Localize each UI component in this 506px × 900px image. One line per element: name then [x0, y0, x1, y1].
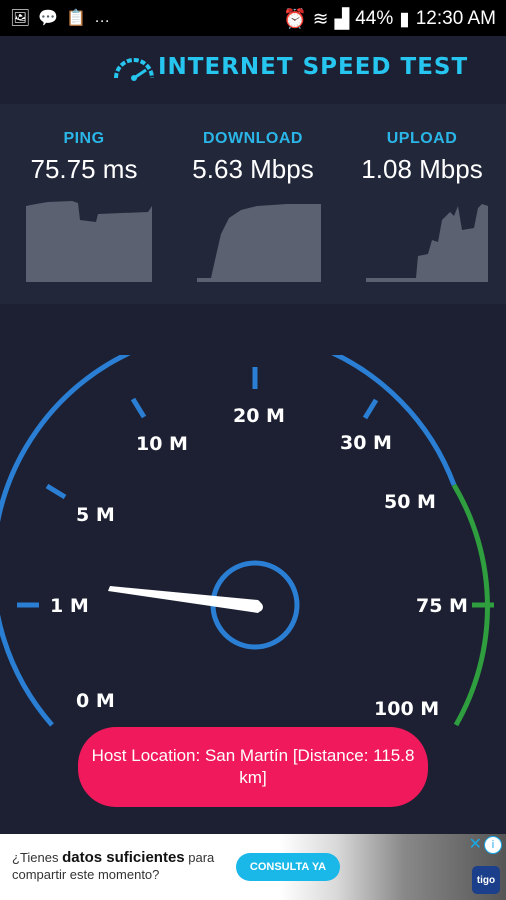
photo-icon: 🖼: [10, 10, 31, 27]
host-location-text: Host Location: San Martín [Distance: 115…: [91, 746, 415, 787]
download-label: DOWNLOAD: [203, 130, 303, 147]
battery-percent: 44%: [355, 8, 394, 29]
ad-text: ¿Tienes datos suficientes para compartir…: [12, 849, 215, 882]
ad-info-icon[interactable]: i: [484, 836, 502, 854]
ping-value: 75.75 ms: [30, 154, 138, 184]
ping-label: PING: [63, 130, 105, 147]
download-graph: [197, 204, 321, 282]
gauge-scale-arc: [0, 355, 457, 727]
ping-stat: PING 75.75 ms: [0, 104, 168, 282]
ad-line2: compartir este momento?: [12, 867, 160, 882]
gauge-label-30: 30 M: [340, 432, 392, 454]
host-location-badge: Host Location: San Martín [Distance: 115…: [78, 727, 428, 807]
alarm-icon: ⏰: [283, 9, 307, 30]
ad-close-icon[interactable]: ✕: [469, 834, 482, 854]
download-value: 5.63 Mbps: [192, 154, 314, 184]
chat-icon: 💬: [38, 10, 59, 27]
gauge-needle: [108, 586, 262, 613]
gauge-label-0: 0 M: [76, 690, 115, 712]
gauge-label-50: 50 M: [384, 491, 436, 513]
clock: 12:30 AM: [415, 8, 496, 29]
gauge-label-10: 10 M: [136, 433, 188, 455]
ad-cta-button[interactable]: CONSULTA YA: [236, 853, 340, 881]
ad-brand-logo: tigo: [472, 866, 500, 894]
wifi-icon: ≋: [312, 8, 329, 30]
upload-stat: UPLOAD 1.08 Mbps: [338, 104, 506, 282]
speedometer-logo-icon: [114, 58, 154, 81]
gauge-label-100: 100 M: [374, 698, 439, 720]
upload-graph: [366, 204, 488, 282]
ping-graph: [26, 201, 152, 282]
ad-bold-text: datos suficientes: [62, 849, 185, 866]
battery-icon: ▮: [399, 8, 410, 30]
app-header: INTERNET SPEED TEST: [0, 36, 506, 104]
app-title: INTERNET SPEED TEST: [158, 54, 469, 80]
more-icon: …: [94, 9, 111, 26]
download-stat: DOWNLOAD 5.63 Mbps: [169, 104, 337, 282]
status-bar: 🖼 💬 📋 … ⏰ ≋ ▟ 44% ▮ 12:30 AM: [0, 0, 506, 36]
clipboard-icon: 📋: [66, 10, 87, 27]
stats-panel: PING 75.75 ms DOWNLOAD 5.63 Mbps UPLOAD …: [0, 104, 506, 304]
signal-icon: ▟: [334, 8, 350, 30]
gauge-label-5: 5 M: [76, 504, 115, 526]
speed-gauge: 0 M 1 M 5 M 10 M 20 M 30 M 50 M 75 M 100…: [0, 355, 494, 727]
upload-label: UPLOAD: [386, 130, 458, 147]
gauge-label-20: 20 M: [233, 405, 285, 427]
ad-banner[interactable]: ¿Tienes datos suficientes para compartir…: [0, 834, 506, 900]
upload-value: 1.08 Mbps: [361, 154, 483, 184]
gauge-ticks: [17, 367, 379, 608]
gauge-label-1: 1 M: [50, 595, 89, 617]
gauge-label-75: 75 M: [416, 595, 468, 617]
